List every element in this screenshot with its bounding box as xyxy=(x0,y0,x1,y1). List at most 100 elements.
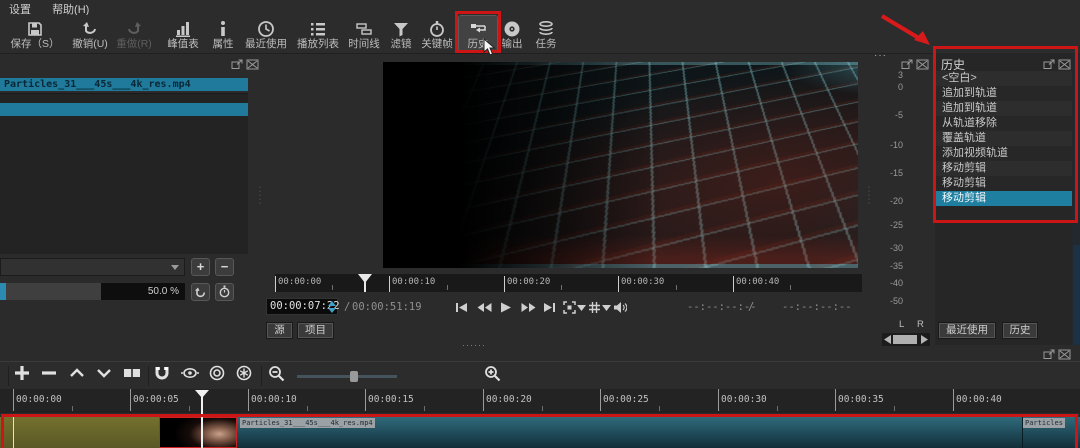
panel-float-icon[interactable] xyxy=(1043,347,1056,359)
tab-project[interactable]: 项目 xyxy=(297,322,334,339)
zoom-fit-caret-icon[interactable] xyxy=(577,305,586,311)
param-value[interactable]: 50.0 % xyxy=(101,283,185,300)
panel-close-icon[interactable] xyxy=(1058,347,1071,360)
ripple-button[interactable] xyxy=(205,365,229,387)
history-item[interactable]: 追加到轨道 xyxy=(936,101,1072,116)
peak-meter-button[interactable]: 峰值表 xyxy=(160,16,206,52)
scrub-while-dragging-button[interactable] xyxy=(178,365,202,387)
zoom-in-button[interactable] xyxy=(480,365,504,387)
spinner-up-icon[interactable] xyxy=(328,301,336,306)
spinbox-arrows[interactable] xyxy=(327,300,337,315)
timeline-ruler[interactable]: 00:00:00 00:00:05 00:00:10 00:00:15 00:0… xyxy=(0,389,1080,413)
panel-splitter-handle[interactable]: · · · · · xyxy=(866,184,872,207)
clip-olive[interactable] xyxy=(0,417,159,448)
history-item-selected[interactable]: 移动剪辑 xyxy=(936,191,1072,206)
history-item[interactable]: 移动剪辑 xyxy=(936,176,1072,191)
keyframes-button[interactable]: 关键帧 xyxy=(418,16,456,52)
panel-float-icon[interactable] xyxy=(901,57,914,69)
timeline-zoom-slider-thumb[interactable] xyxy=(350,371,358,382)
filtered-clip-name: Particles_31___45s___4k_res.mp4 xyxy=(0,78,248,91)
recent-button[interactable]: 最近使用 xyxy=(242,16,290,52)
redo-button[interactable]: 重做(R) xyxy=(112,16,156,52)
param-slider-track[interactable] xyxy=(0,283,101,300)
history-button[interactable]: 历史 xyxy=(458,15,498,53)
scrubber-tick-label: 00:00:00 xyxy=(278,277,322,287)
timeline-zoom-slider-track[interactable] xyxy=(297,375,397,378)
db-scale-label: -25 xyxy=(889,220,903,230)
timeline-remove-button[interactable] xyxy=(37,365,61,387)
timeline-tick-label: 00:00:15 xyxy=(368,394,414,405)
scroll-left-icon[interactable] xyxy=(884,335,891,344)
zoom-fit-button[interactable] xyxy=(563,301,576,314)
panel-close-icon[interactable] xyxy=(246,57,259,70)
spinner-down-icon[interactable] xyxy=(328,308,336,313)
grid-button[interactable] xyxy=(588,301,601,314)
tab-history[interactable]: 历史 xyxy=(1002,322,1038,339)
play-button[interactable] xyxy=(500,301,512,314)
clip-thumbnail[interactable] xyxy=(159,417,237,448)
ripple-all-tracks-button[interactable] xyxy=(232,365,256,387)
tab-recent[interactable]: 最近使用 xyxy=(938,322,996,339)
undo-button[interactable]: 撤销(U) xyxy=(68,16,112,52)
history-item[interactable]: 添加视频轨道 xyxy=(936,146,1072,161)
param-keyframe-button[interactable] xyxy=(215,283,234,301)
skip-end-button[interactable] xyxy=(543,301,556,314)
collapse-down-button[interactable] xyxy=(92,365,116,387)
position-spinbox[interactable]: 00:00:07:22 xyxy=(266,298,340,315)
skip-start-button[interactable] xyxy=(455,301,468,314)
playlist-button[interactable]: 播放列表 xyxy=(294,16,342,52)
history-item[interactable]: 追加到轨道 xyxy=(936,86,1072,101)
zoom-out-button[interactable] xyxy=(264,365,288,387)
history-item[interactable]: 移动剪辑 xyxy=(936,161,1072,176)
timeline-add-button[interactable] xyxy=(10,365,34,387)
timeline-tick-label: 00:00:05 xyxy=(133,394,179,405)
in-out-separator: / xyxy=(748,301,755,313)
save-button[interactable]: 保存（S） xyxy=(6,16,64,52)
volume-button[interactable] xyxy=(613,301,627,314)
meter-menu-button[interactable]: ··· xyxy=(874,50,887,61)
fast-forward-button[interactable] xyxy=(521,301,536,314)
timeline-tick-label: 00:00:40 xyxy=(956,394,1002,405)
properties-button[interactable]: 属性 xyxy=(206,16,240,52)
timeline-tick-label: 00:00:00 xyxy=(16,394,62,405)
add-preset-button[interactable]: + xyxy=(191,258,210,276)
history-item[interactable]: 覆盖轨道 xyxy=(936,131,1072,146)
timeline-button[interactable]: 时间线 xyxy=(344,16,384,52)
rewind-button[interactable] xyxy=(477,301,492,314)
collapse-up-button[interactable] xyxy=(65,365,89,387)
export-button[interactable]: 输出 xyxy=(497,16,527,52)
player-playhead-pin[interactable] xyxy=(358,274,372,283)
scrubber-tick-label: 00:00:10 xyxy=(392,277,436,287)
scroll-right-icon[interactable] xyxy=(921,335,928,344)
panel-splitter-handle[interactable]: · · · · · xyxy=(257,184,263,207)
filters-button[interactable]: 滤镜 xyxy=(386,16,416,52)
duration-label: 00:00:51:19 xyxy=(352,301,422,313)
jobs-button[interactable]: 任务 xyxy=(529,16,563,52)
history-item[interactable]: 从轨道移除 xyxy=(936,116,1072,131)
preset-dropdown[interactable] xyxy=(0,258,185,276)
meter-scrollbar[interactable] xyxy=(882,333,930,346)
db-scale-label: -10 xyxy=(889,140,903,150)
panel-close-icon[interactable] xyxy=(916,57,929,70)
timeline-playhead[interactable] xyxy=(201,396,203,448)
grid-caret-icon[interactable] xyxy=(602,305,611,311)
timeline-tick-label: 00:00:35 xyxy=(838,394,884,405)
tab-source[interactable]: 源 xyxy=(266,322,293,339)
panel-float-icon[interactable] xyxy=(231,57,244,69)
properties-icon xyxy=(206,18,240,38)
player-resize-handle[interactable]: ······ xyxy=(462,340,486,350)
db-scale-label: -5 xyxy=(894,110,903,120)
history-item[interactable]: <空白> xyxy=(936,71,1072,86)
filters-list-selected-row[interactable] xyxy=(0,103,248,116)
panel-float-icon[interactable] xyxy=(1043,57,1056,69)
panel-close-icon[interactable] xyxy=(1058,57,1071,70)
scrollbar-thumb[interactable] xyxy=(893,335,917,344)
timeline-tick-label: 00:00:10 xyxy=(251,394,297,405)
video-preview xyxy=(383,62,858,268)
param-undo-button[interactable] xyxy=(191,283,210,301)
cut-button[interactable] xyxy=(120,365,144,387)
filters-list[interactable] xyxy=(0,93,248,254)
snap-magnet-button[interactable] xyxy=(150,365,174,387)
remove-preset-button[interactable]: − xyxy=(215,258,234,276)
history-icon xyxy=(459,18,497,38)
